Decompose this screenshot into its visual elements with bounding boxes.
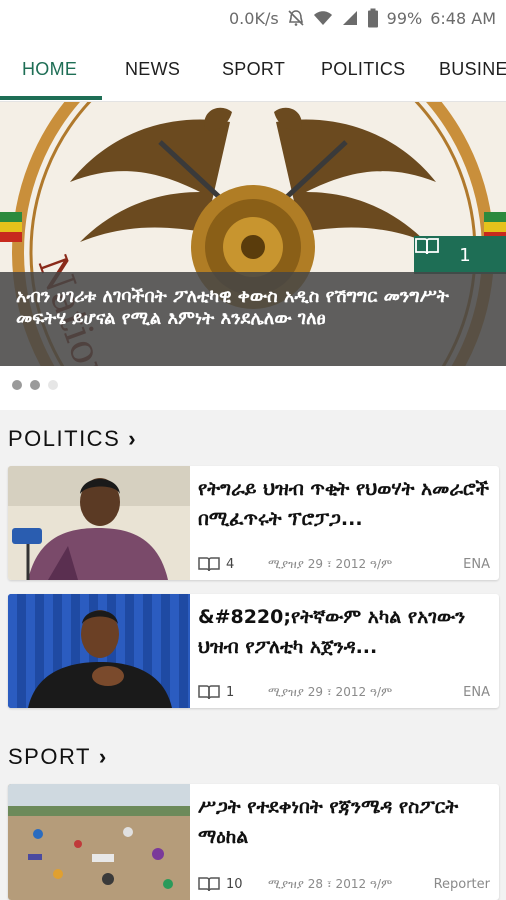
carousel-indicator-area — [0, 366, 506, 410]
article-count: 10 — [198, 876, 268, 892]
clock: 6:48 AM — [430, 8, 496, 28]
section-header-sport[interactable]: SPORT › — [8, 744, 108, 770]
mute-icon — [287, 9, 305, 27]
article-meta: 4 ሚያዝያ 29 ፣ 2012 ዓ/ም ENA — [198, 556, 490, 572]
book-icon — [198, 877, 220, 892]
active-tab-indicator — [0, 96, 102, 100]
article-source: Reporter — [433, 876, 490, 892]
tab-business[interactable]: BUSINE — [439, 36, 506, 101]
chevron-right-icon: › — [98, 744, 108, 769]
article-meta: 1 ሚያዝያ 29 ፣ 2012 ዓ/ም ENA — [198, 684, 490, 700]
article-date: ሚያዝያ 29 ፣ 2012 ዓ/ም — [268, 684, 393, 699]
network-speed: 0.0K/s — [229, 8, 279, 28]
status-bar: 0.0K/s 99% 6:48 AM — [0, 0, 506, 36]
section-title: POLITICS — [8, 426, 121, 451]
article-source: ENA — [463, 684, 490, 700]
chevron-right-icon: › — [128, 426, 138, 451]
article-title: የትግራይ ህዝብ ጥቂት የህወሃት አመራሮች በሚፈጥሩት ፕሮፓጋ... — [198, 478, 490, 530]
article-card[interactable]: ሥጋት የተደቀነበት የጃንሜዳ የስፖርት ማዕከል 10 ሚያዝያ 28 … — [8, 784, 499, 900]
hero-count-badge: 1 — [414, 236, 506, 274]
carousel-dot-3[interactable] — [48, 380, 58, 390]
battery-icon — [367, 8, 379, 28]
carousel-dot-2[interactable] — [30, 380, 40, 390]
article-title: ሥጋት የተደቀነበት የጃንሜዳ የስፖርት ማዕከል — [198, 796, 459, 848]
section-title: SPORT — [8, 744, 91, 769]
article-card[interactable]: &#8220;የትኛውም አካል የአገውን ህዝብ የፖለቲካ አጀንዳ...… — [8, 594, 499, 708]
book-icon — [198, 557, 220, 572]
article-thumbnail — [8, 594, 190, 708]
carousel-dot-1[interactable] — [12, 380, 22, 390]
article-count: 4 — [198, 556, 268, 572]
signal-icon — [341, 9, 359, 27]
hero-headline[interactable]: አብን ሀገሪቱ ለገባችበት ፖለቲካዊ ቀውስ አዲስ የሽግግር መንግሥ… — [0, 272, 506, 366]
hero-carousel[interactable]: National Movement of Amhara 1 አብን ሀገሪቱ ለ… — [0, 102, 506, 366]
category-tabs: HOME NEWS SPORT POLITICS BUSINE — [0, 36, 506, 102]
article-title: &#8220;የትኛውም አካል የአገውን ህዝብ የፖለቲካ አጀንዳ... — [198, 606, 466, 658]
hero-count: 1 — [459, 244, 471, 266]
article-date: ሚያዝያ 29 ፣ 2012 ዓ/ም — [268, 556, 393, 571]
article-thumbnail — [8, 784, 190, 900]
article-thumbnail — [8, 466, 190, 580]
wifi-icon — [313, 9, 333, 27]
article-date: ሚያዝያ 28 ፣ 2012 ዓ/ም — [268, 876, 393, 891]
article-card[interactable]: የትግራይ ህዝብ ጥቂት የህወሃት አመራሮች በሚፈጥሩት ፕሮፓጋ...… — [8, 466, 499, 580]
section-header-politics[interactable]: POLITICS › — [8, 426, 137, 452]
battery-percent: 99% — [386, 8, 423, 28]
article-count: 1 — [198, 684, 268, 700]
article-meta: 10 ሚያዝያ 28 ፣ 2012 ዓ/ም Reporter — [198, 876, 490, 892]
book-icon — [198, 685, 220, 700]
article-source: ENA — [463, 556, 490, 572]
tab-home[interactable]: HOME — [22, 36, 77, 101]
tab-news[interactable]: NEWS — [125, 36, 180, 101]
tab-politics[interactable]: POLITICS — [321, 36, 405, 101]
tab-sport[interactable]: SPORT — [222, 36, 285, 101]
carousel-dots — [12, 380, 58, 390]
